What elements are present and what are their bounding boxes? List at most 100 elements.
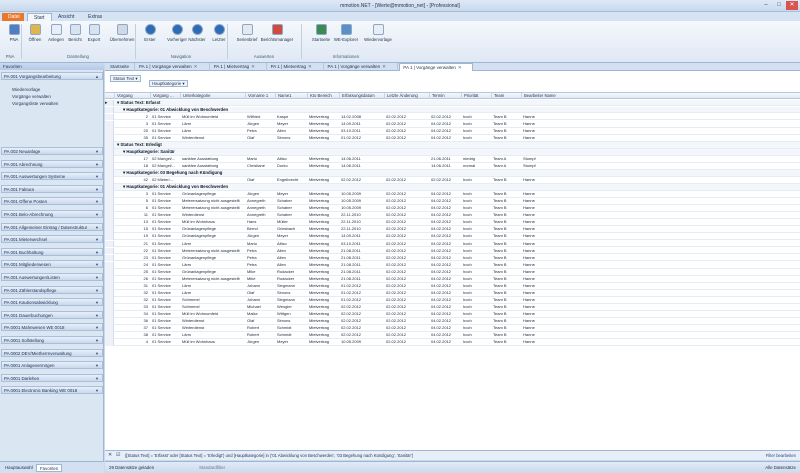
table-row[interactable]: 20 01 Service Lärm Petra Allen Mietvertrag 03.…	[105, 127, 800, 135]
table-row[interactable]: 31 01 Service Lärm Johann Siegmann Mietvertra…	[105, 282, 800, 290]
filter-enable-checkbox[interactable]: ☑	[116, 452, 120, 458]
group-row[interactable]: ▾ Hauptkategorie: 01 Abwicklung von Besc…	[105, 184, 800, 191]
sidebar-link[interactable]: Vorgangsliste verwalten	[12, 101, 58, 106]
sidebar-section[interactable]: PA 001 Offene Posten ▼	[1, 197, 103, 206]
table-row[interactable]: 25 01 Service Grünanlagenpflege Mike Rodacke…	[105, 268, 800, 276]
column-header[interactable]: Vorname 1	[245, 93, 275, 99]
table-row[interactable]: 21 01 Service Lärm Mario Altiso Mietvertrag 03…	[105, 240, 800, 248]
übernehmen-button[interactable]: Übernehmen	[105, 24, 139, 50]
sidebar-section[interactable]: PA 0001 Mahnwesen WE 0018 ▼	[1, 323, 103, 332]
document-tab[interactable]: PA 1 | Vorgänge verwalten ✕	[325, 63, 399, 71]
close-tab-icon[interactable]: ✕	[308, 64, 312, 69]
group-chip-status-text[interactable]: Status Text ▾	[110, 75, 141, 82]
sidebar-section-expanded[interactable]: PA 001 Vorgangsbearbeitung ▲	[1, 72, 103, 80]
group-row[interactable]: ▸ ▾ Status Text: Erfasst	[105, 99, 800, 107]
column-header[interactable]: Termin	[429, 93, 461, 99]
sidebar-section[interactable]: PA 0001 Sollstellung ▼	[1, 336, 103, 344]
berichtsmanager-button[interactable]: Berichtsmanager	[260, 24, 294, 50]
nächster-button[interactable]: Nächster	[186, 24, 208, 50]
table-row[interactable]: 32 01 Service Lärm Olaf Simons Mietvertrag 01.…	[105, 289, 800, 297]
close-tab-icon[interactable]: ✕	[458, 65, 462, 70]
close-tab-icon[interactable]: ✕	[194, 64, 198, 69]
column-header[interactable]: Bearbeiter Name	[521, 93, 621, 99]
wiedervorlage-button[interactable]: Wiedervorlage	[361, 24, 395, 50]
export-button[interactable]: Export	[83, 24, 105, 50]
table-row[interactable]: 42 02 Mieter/... Olaf Engelbrecht Mietvertra…	[105, 177, 800, 184]
sidebar-section[interactable]: PA 0001 Electronic Banking WE 0018 ▼	[1, 386, 103, 395]
table-row[interactable]: 26 01 Service Meterersatzung nicht ausgest…	[105, 275, 800, 283]
sidebar-section[interactable]: PA 0001 Darlehen ▼	[1, 373, 103, 382]
table-row[interactable]: 33 01 Service Schimmel Michael Wengler Mietve…	[105, 303, 800, 311]
group-row[interactable]: ▾ Status Text: Erledigt	[105, 141, 800, 149]
sidebar-section[interactable]: PA 001 Auswertungen/Listen ▼	[1, 273, 103, 281]
table-row[interactable]: 13 01 Service Müll im Wohnhaus Hans Müller Mi…	[105, 219, 800, 227]
column-header[interactable]: Vorgang …	[150, 93, 180, 99]
sidebar-tab-hauptauswahl[interactable]: Hauptauswahl	[2, 464, 36, 472]
table-row[interactable]: 19 01 Service Grünanlagenpflege Jürgen Meyer…	[105, 233, 800, 241]
column-header[interactable]: Erfassungsdatum	[339, 93, 384, 99]
column-header[interactable]: Letzte Änderung	[384, 93, 429, 99]
table-row[interactable]: 23 01 Service Grünanlagenpflege Petra Allen M…	[105, 254, 800, 262]
table-row[interactable]: 5 01 Service Meterersatzung nicht ausgeste…	[105, 198, 800, 206]
table-row[interactable]: 37 01 Service Winterdienst Robert Schmidt Mie…	[105, 325, 800, 332]
column-header[interactable]: Team	[491, 93, 521, 99]
serienbrief-button[interactable]: Serienbrief	[230, 24, 264, 50]
ribbon-tab-datei[interactable]: Datei	[2, 13, 24, 21]
table-row[interactable]: 22 01 Service Meterersatzung nicht ausgest…	[105, 247, 800, 255]
group-chip-hauptkategorie[interactable]: Hauptkategorie ▾	[149, 80, 188, 87]
column-header[interactable]: Name1	[275, 93, 307, 99]
sidebar-section[interactable]: PA 001 Allgemeiner Eintrag / Datenstrukt…	[1, 222, 103, 231]
maximize-button[interactable]: □	[773, 1, 785, 10]
sidebar-tab-favoriten[interactable]: Favoriten	[36, 464, 63, 472]
edit-filter-link[interactable]: Filter bearbeiten	[766, 453, 796, 458]
document-tab[interactable]: PA 1 | Mietvertrag ✕	[211, 63, 267, 71]
sidebar-section[interactable]: PA 001 Dauerbuchungen ▼	[1, 310, 103, 319]
table-row[interactable]: 3 01 Service Grünanlagenpflege Jürgen Meyer M…	[105, 191, 800, 199]
ribbon-tab-start[interactable]: Start	[27, 13, 52, 21]
sidebar-section[interactable]: PA 0001 Anlagevermögen ▼	[1, 361, 103, 370]
filter-expression[interactable]: ([Status Text] = 'Erfasst' oder [Status …	[125, 453, 413, 458]
we-explorer-button[interactable]: WE-Explorer	[329, 24, 363, 50]
column-header[interactable]: Vorgang	[114, 93, 150, 99]
sidebar-section[interactable]: PA 001 Buchhaltung ▼	[1, 247, 103, 256]
close-tab-icon[interactable]: ✕	[382, 64, 386, 69]
ribbon-tab-ansicht[interactable]: Ansicht	[52, 13, 80, 21]
table-row[interactable]: 38 01 Service Lärm Robert Schmidt Mietvertrag…	[105, 332, 800, 340]
sidebar-section[interactable]: PA 001 Auswertungen Systeme ▼	[1, 172, 103, 181]
table-row[interactable]: 4 01 Service Müll im Wohnhaus Jürgen Meyer Mi…	[105, 339, 800, 347]
document-tab[interactable]: PA 1 | Vorgänge verwalten ✕	[136, 63, 210, 71]
group-row[interactable]: ▾ Hauptkategorie: Sanitär	[105, 148, 800, 156]
column-header[interactable]: Unterkategorie	[180, 93, 245, 99]
column-header[interactable]: Priorität	[461, 93, 491, 99]
sidebar-section[interactable]: PA 001 Belo-Abrechnung ▼	[1, 210, 103, 218]
sidebar-section[interactable]: PA 001 Kautionsabwicklung ▼	[1, 298, 103, 307]
sidebar-section[interactable]: PA 001 Abrechnung ▼	[1, 159, 103, 168]
sidebar-section[interactable]: PA 001 Faktura ▼	[1, 184, 103, 193]
sidebar-section[interactable]: PA 0002 DEV/Mietherrnverwaltung ▼	[1, 348, 103, 357]
filter-close-icon[interactable]: ✕	[108, 452, 112, 458]
table-row[interactable]: 11 01 Service Winterdienst Annegreth Schaber…	[105, 212, 800, 220]
close-button[interactable]: ✕	[786, 1, 798, 10]
document-tab[interactable]: PA 1 | Vorgänge verwalten ✕	[399, 63, 474, 71]
sidebar-section[interactable]: PA 001 Mitgliederwesen ▼	[1, 260, 103, 269]
minimize-button[interactable]: –	[760, 1, 772, 10]
group-row[interactable]: ▾ Hauptkategorie: 01 Abwicklung von Besc…	[105, 106, 800, 114]
column-header[interactable]: Kto Bereich	[307, 93, 339, 99]
group-row[interactable]: ▾ Hauptkategorie: 03 Begehung nach Kündi…	[105, 170, 800, 177]
table-row[interactable]: 3 01 Service Lärm Jürgen Meyer Mietvertrag 14.…	[105, 120, 800, 128]
erster-button[interactable]: Erster	[139, 24, 161, 50]
sidebar-section[interactable]: PA 001 Zählerstandspflege ▼	[1, 285, 103, 294]
table-row[interactable]: 15 01 Service Grünanlagenpflege Bernd Griesb…	[105, 226, 800, 234]
sidebar-link[interactable]: Wiedervorlage	[12, 87, 40, 92]
table-row[interactable]: 36 01 Service Winterdienst Olaf Simons Mietve…	[105, 318, 800, 325]
table-row[interactable]: 32 01 Service Schimmel Johann Siegmann Mietve…	[105, 296, 800, 304]
table-row[interactable]: 2 01 Service Müll im Wohnumfeld Wilfried Kas…	[105, 113, 800, 121]
table-row[interactable]: 6 01 Service Meterersatzung nicht ausgeste…	[105, 205, 800, 213]
öffnen-button[interactable]: Öffnen	[24, 24, 46, 50]
sidebar-section[interactable]: PA 002 Neuanlage ▼	[1, 147, 103, 155]
table-row[interactable]: 35 01 Service Winterdienst Olaf Simons Mietve…	[105, 134, 800, 142]
ribbon-tab-extras[interactable]: Extras	[82, 13, 108, 21]
close-tab-icon[interactable]: ✕	[251, 64, 255, 69]
sidebar-link[interactable]: Vorgänge verwalten	[12, 94, 51, 99]
table-row[interactable]: 24 01 Service Lärm Petra Allen Mietvertrag 21.…	[105, 261, 800, 269]
